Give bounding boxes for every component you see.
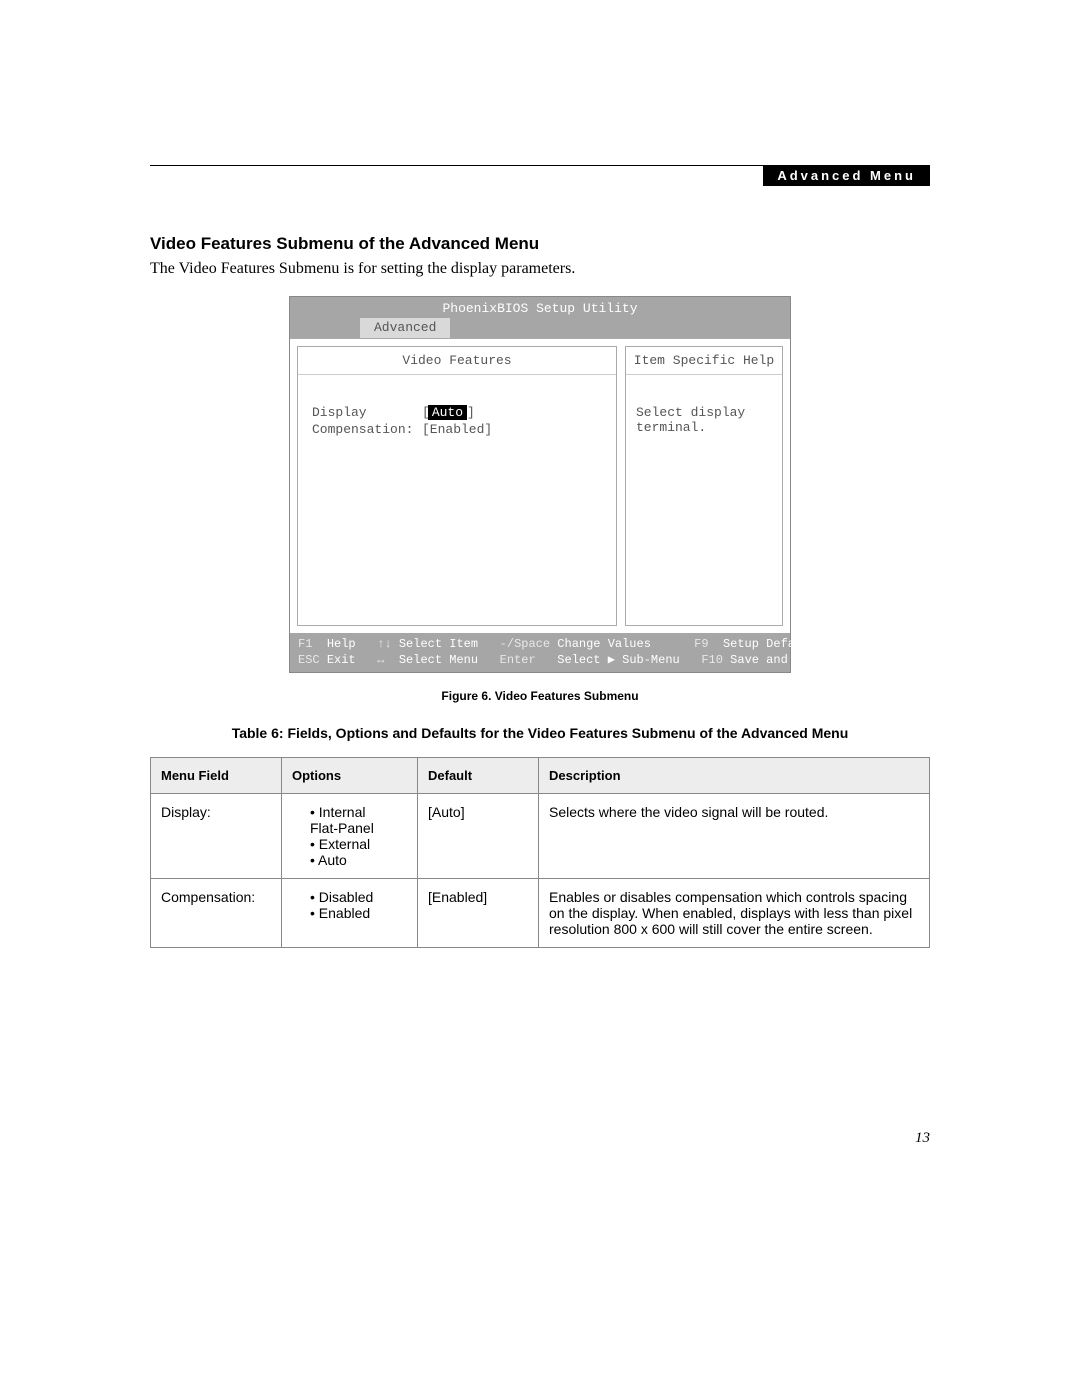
bios-help-text: Select display terminal. bbox=[626, 375, 782, 445]
bios-tabs: Advanced bbox=[290, 318, 790, 338]
section-intro: The Video Features Submenu is for settin… bbox=[150, 260, 930, 278]
enter-select-submenu: Enter Select ▶ Sub-Menu bbox=[500, 652, 702, 668]
table-header-row: Menu Field Options Default Description bbox=[151, 758, 930, 794]
page-number: 13 bbox=[915, 1130, 930, 1147]
cell-description: Enables or disables compensation which c… bbox=[539, 879, 930, 948]
bracket-close: ] bbox=[467, 405, 475, 420]
arrows-select-item: ↑↓ Select Item bbox=[377, 636, 499, 652]
th-options: Options bbox=[282, 758, 418, 794]
bios-left-header: Video Features bbox=[298, 347, 616, 375]
cell-options: • InternalFlat-Panel• External• Auto bbox=[282, 794, 418, 879]
document-page: Advanced Menu Video Features Submenu of … bbox=[0, 0, 1080, 1397]
figure-caption: Figure 6. Video Features Submenu bbox=[150, 689, 930, 703]
f9-setup-defaults: F9 Setup Defaults bbox=[694, 636, 824, 652]
arrows-select-menu: ↔ Select Menu bbox=[377, 652, 499, 668]
th-default: Default bbox=[418, 758, 539, 794]
bios-left-panel: Video Features Display [Auto] Compensati… bbox=[297, 346, 617, 626]
cell-default: [Auto] bbox=[418, 794, 539, 879]
bios-field-label: Display bbox=[312, 405, 422, 420]
bios-field-compensation: Compensation: [Enabled] bbox=[312, 422, 602, 437]
section-title: Video Features Submenu of the Advanced M… bbox=[150, 234, 930, 254]
cell-default: [Enabled] bbox=[418, 879, 539, 948]
bios-left-body: Display [Auto] Compensation: [Enabled] bbox=[298, 375, 616, 625]
bios-footer-row-2: ESC Exit ↔ Select Menu Enter Select ▶ Su… bbox=[298, 652, 782, 668]
bios-field-display: Display [Auto] bbox=[312, 405, 602, 420]
bios-field-value-wrap: [Auto] bbox=[422, 405, 475, 420]
bios-tab-advanced: Advanced bbox=[360, 318, 450, 338]
th-menu-field: Menu Field bbox=[151, 758, 282, 794]
table-row: Display:• InternalFlat-Panel• External• … bbox=[151, 794, 930, 879]
esc-exit: ESC Exit bbox=[298, 652, 377, 668]
bios-footer-row-1: F1 Help ↑↓ Select Item -/Space Change Va… bbox=[298, 636, 782, 652]
header-banner: Advanced Menu bbox=[763, 165, 930, 186]
bios-field-label: Compensation: bbox=[312, 422, 422, 437]
table-caption: Table 6: Fields, Options and Defaults fo… bbox=[150, 725, 930, 741]
bios-body: Video Features Display [Auto] Compensati… bbox=[290, 338, 790, 633]
cell-menu-field: Display: bbox=[151, 794, 282, 879]
f1-help: F1 Help bbox=[298, 636, 377, 652]
table-row: Compensation:• Disabled• Enabled[Enabled… bbox=[151, 879, 930, 948]
bios-utility-title: PhoenixBIOS Setup Utility bbox=[290, 297, 790, 318]
bios-field-value-selected: Auto bbox=[428, 405, 467, 420]
bios-footer: F1 Help ↑↓ Select Item -/Space Change Va… bbox=[290, 633, 790, 672]
bios-right-header: Item Specific Help bbox=[626, 347, 782, 375]
bios-screenshot: PhoenixBIOS Setup Utility Advanced Video… bbox=[289, 296, 791, 673]
bios-field-value: [Enabled] bbox=[422, 422, 492, 437]
space-change-values: -/Space Change Values bbox=[500, 636, 694, 652]
th-description: Description bbox=[539, 758, 930, 794]
cell-description: Selects where the video signal will be r… bbox=[539, 794, 930, 879]
f10-save-exit: F10 Save and Exit bbox=[701, 652, 823, 668]
cell-options: • Disabled• Enabled bbox=[282, 879, 418, 948]
fields-table: Menu Field Options Default Description D… bbox=[150, 757, 930, 948]
cell-menu-field: Compensation: bbox=[151, 879, 282, 948]
bios-right-panel: Item Specific Help Select display termin… bbox=[625, 346, 783, 626]
